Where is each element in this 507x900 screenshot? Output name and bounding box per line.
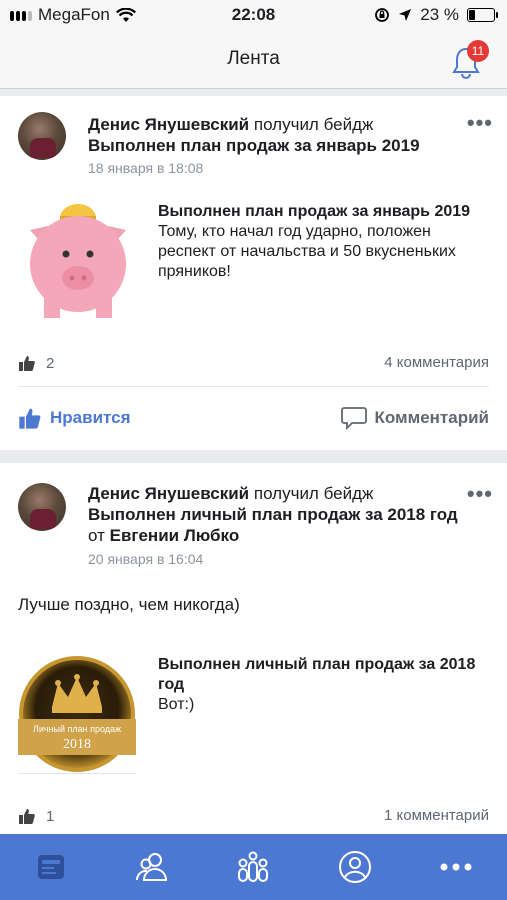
post-text: Лучше поздно, чем никогда) [18,595,240,614]
tab-team[interactable] [228,842,278,892]
like-icon [19,408,41,429]
author-name[interactable]: Денис Янушевский [88,115,249,134]
badge-image-caption: Личный план продаж [33,724,121,734]
likes-summary[interactable]: 2 [18,354,54,372]
badge-description: Тому, кто начал год ударно, положен респ… [158,223,456,280]
rotation-lock-icon [375,8,390,22]
more-icon [440,863,472,871]
likes-count: 1 [46,807,55,825]
avatar[interactable] [18,112,66,160]
comment-label: Комментарий [374,408,489,427]
battery-percent: 23 % [420,5,459,24]
likes-summary[interactable]: 1 [18,807,54,825]
feed-icon [37,855,64,879]
feed-post: Денис Янушевский получил бейдж Выполнен … [0,463,507,838]
crown-badge-image: Личный план продаж 2018 [18,656,136,772]
notifications-badge: 11 [467,40,489,62]
comment-button[interactable]: Комментарий [340,406,489,430]
profile-icon [338,851,371,883]
post-headline: Денис Янушевский получил бейдж Выполнен … [88,114,468,156]
post-date: 18 января в 18:08 [88,160,204,176]
comments-count[interactable]: 4 комментария [384,354,489,371]
piggy-bank-badge-image [30,204,126,318]
comment-icon [340,407,367,430]
page-title: Лента [227,48,280,69]
feed-post: Денис Янушевский получил бейдж Выполнен … [0,96,507,450]
battery-icon [467,8,498,22]
tab-bar [0,834,507,900]
like-label: Нравится [50,408,131,427]
status-bar: MegaFon 22:08 23 % [0,0,507,30]
badge-title: Выполнен личный план продаж за 2018 год [158,656,476,693]
author-name[interactable]: Денис Янушевский [88,484,249,503]
thumbs-up-icon [19,356,35,371]
from-person-link[interactable]: Евгении Любко [110,526,240,545]
badge-title: Выполнен план продаж за январь 2019 [158,203,471,220]
like-button[interactable]: Нравится [18,406,131,430]
avatar[interactable] [18,483,66,531]
status-right: 23 % [374,5,498,25]
location-icon [399,9,412,21]
notifications-button[interactable]: 11 [451,40,489,80]
tab-people[interactable] [127,842,177,892]
badge-description: Вот:) [158,696,195,713]
badge-name-link[interactable]: Выполнен личный план продаж за 2018 год [88,505,458,524]
badge-name-link[interactable]: Выполнен план продаж за январь 2019 [88,136,420,155]
post-date: 20 января в 16:04 [88,551,204,567]
team-icon [238,851,269,882]
nav-bar: Лента 11 [0,30,507,89]
post-headline: Денис Янушевский получил бейдж Выполнен … [88,483,468,546]
divider [18,386,489,387]
more-options-icon[interactable]: ••• [467,110,493,136]
more-options-icon[interactable]: ••• [467,481,493,507]
likes-count: 2 [46,354,55,372]
from-word: от [88,526,105,545]
thumbs-up-icon [19,809,35,824]
tab-feed[interactable] [26,842,76,892]
battery-fill [469,10,475,20]
tab-more[interactable] [431,842,481,892]
badge-image-year: 2018 [63,737,91,752]
comments-count[interactable]: 1 комментарий [384,807,489,824]
tab-profile[interactable] [330,842,380,892]
image-underline [18,773,136,774]
action-text: получил бейдж [253,115,374,134]
action-text: получил бейдж [253,484,374,503]
people-icon [136,853,168,881]
